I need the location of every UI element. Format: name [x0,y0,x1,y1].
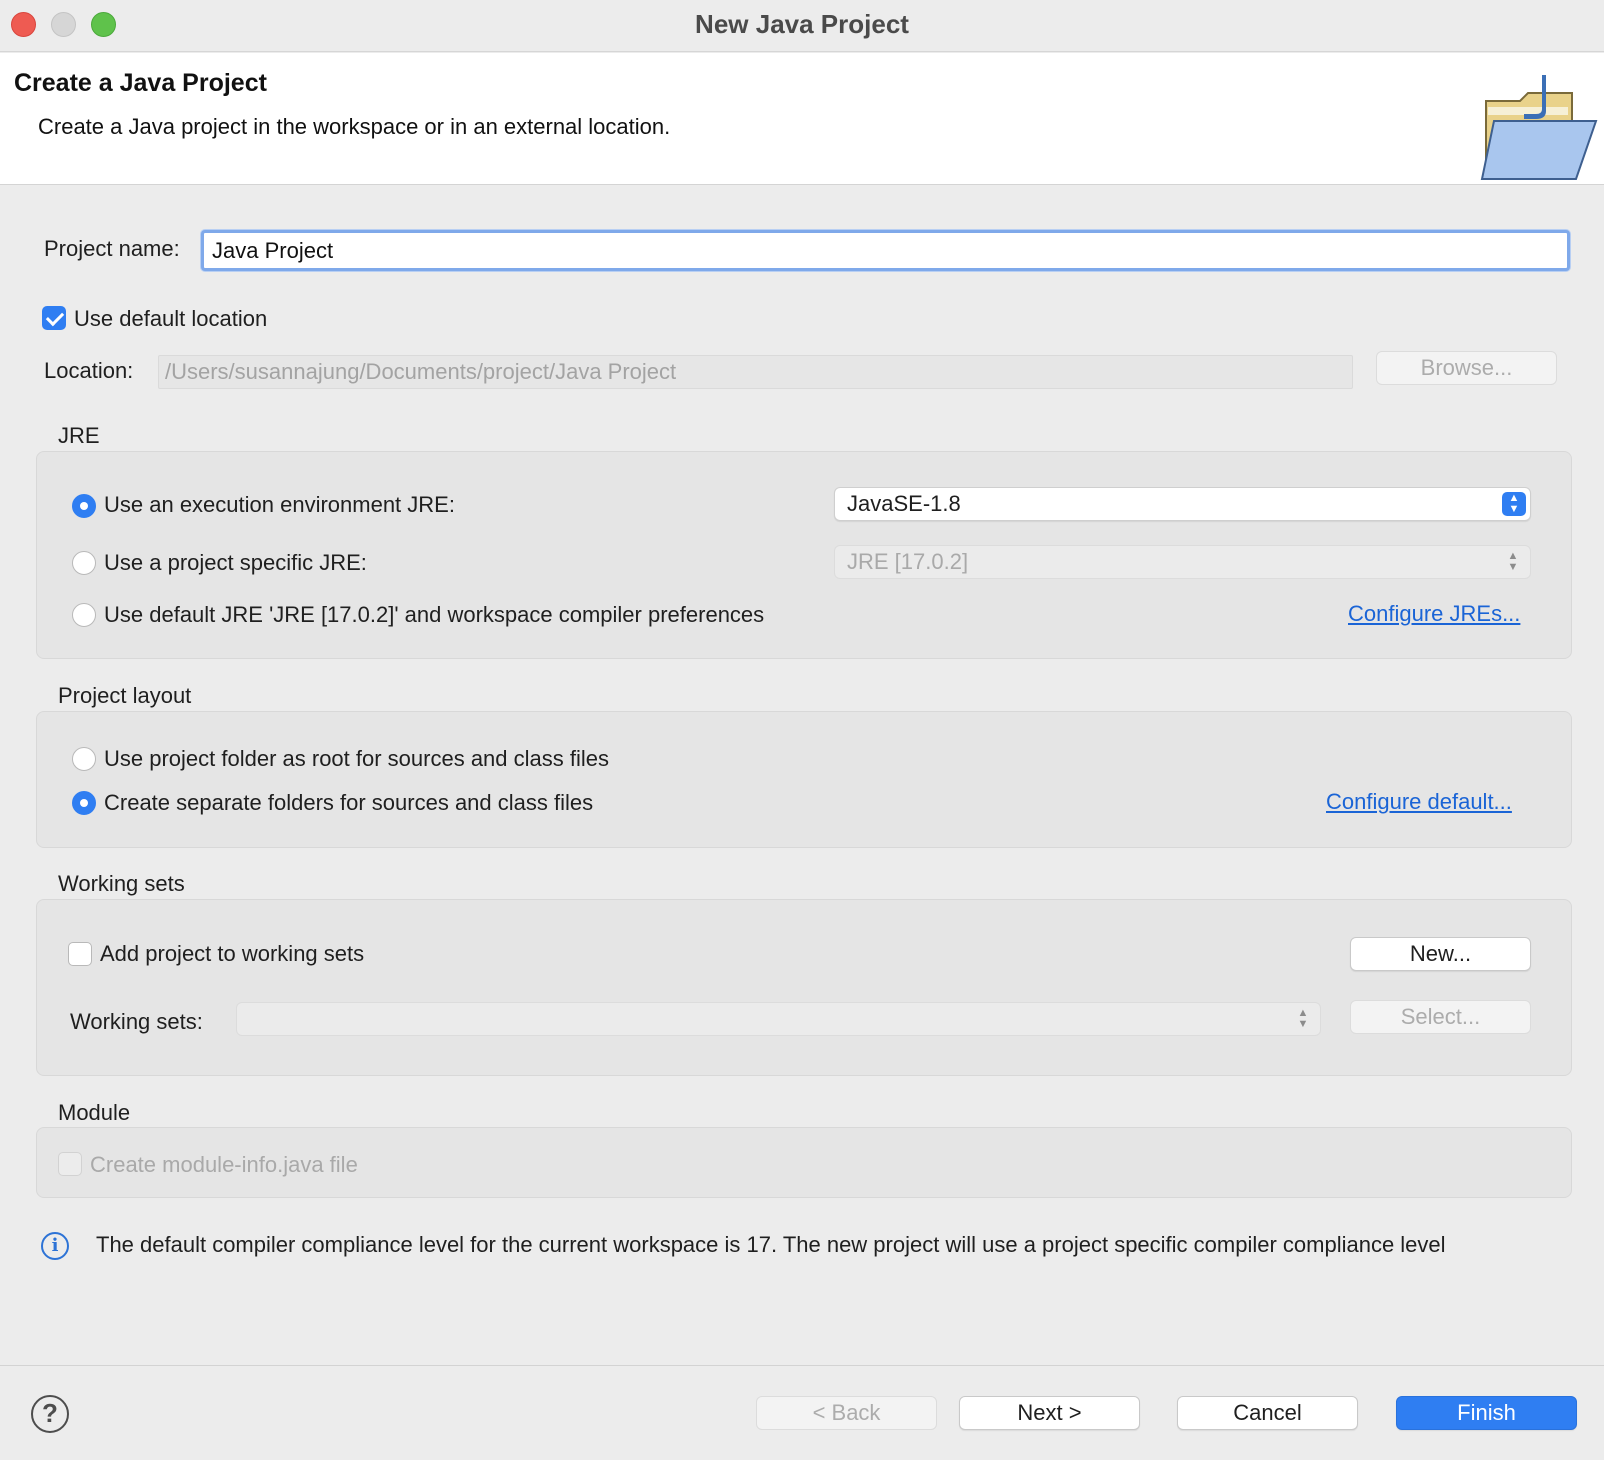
jre-default-radio[interactable] [72,603,96,627]
window-title: New Java Project [695,9,909,39]
java-project-folder-icon [1480,75,1598,180]
cancel-button[interactable]: Cancel [1177,1396,1358,1430]
configure-jres-link[interactable]: Configure JREs... [1348,601,1520,627]
select-arrows-icon: ▲ ▼ [1507,550,1519,573]
create-module-info-label: Create module-info.java file [90,1152,358,1177]
next-button[interactable]: Next > [959,1396,1140,1430]
project-layout-group-label: Project layout [58,683,192,708]
jre-execution-env-label: Use an execution environment JRE: [104,492,455,517]
new-working-set-button[interactable]: New... [1350,937,1531,971]
location-input[interactable]: /Users/susannajung/Documents/project/Jav… [158,355,1353,389]
use-default-location-checkbox[interactable] [42,306,66,330]
jre-project-specific-radio[interactable] [72,551,96,575]
working-sets-label: Working sets: [70,1009,203,1034]
create-module-info-checkbox[interactable] [58,1152,82,1176]
layout-root-folder-radio[interactable] [72,747,96,771]
layout-separate-folders-label: Create separate folders for sources and … [104,790,594,815]
location-label: Location: [44,358,134,383]
finish-button[interactable]: Finish [1396,1396,1577,1430]
jre-group-label: JRE [58,423,100,448]
jre-project-specific-label: Use a project specific JRE: [104,550,367,575]
project-specific-jre-value: JRE [17.0.2] [847,549,969,574]
working-sets-group [36,899,1572,1076]
compliance-info-message: The default compiler compliance level fo… [96,1232,1446,1257]
wizard-header: Create a Java Project Create a Java proj… [0,53,1604,185]
jre-default-label: Use default JRE 'JRE [17.0.2]' and works… [104,602,765,627]
browse-button[interactable]: Browse... [1376,351,1557,385]
project-specific-jre-select[interactable]: JRE [17.0.2] ▲ ▼ [834,545,1531,579]
page-title: Create a Java Project [14,69,267,97]
info-icon: i [41,1232,69,1260]
add-to-working-sets-checkbox[interactable] [68,942,92,966]
working-sets-select[interactable]: ▲ ▼ [236,1002,1321,1036]
project-layout-group [36,711,1572,848]
page-description: Create a Java project in the workspace o… [38,114,671,139]
project-name-label: Project name: [44,236,180,261]
execution-env-value: JavaSE-1.8 [847,491,961,516]
use-default-location-label: Use default location [74,306,268,331]
project-name-input[interactable] [201,230,1570,271]
layout-root-folder-label: Use project folder as root for sources a… [104,746,610,771]
execution-env-select[interactable]: JavaSE-1.8 ▲ ▼ [834,487,1531,521]
back-button[interactable]: < Back [756,1396,937,1430]
select-arrows-icon: ▲ ▼ [1297,1007,1309,1030]
add-to-working-sets-label: Add project to working sets [100,941,365,966]
title-bar: New Java Project [0,0,1604,52]
working-sets-group-label: Working sets [58,871,185,896]
jre-execution-env-radio[interactable] [72,494,96,518]
footer-divider [0,1365,1604,1366]
layout-separate-folders-radio[interactable] [72,791,96,815]
select-arrows-icon: ▲ ▼ [1502,492,1526,516]
configure-default-link[interactable]: Configure default... [1326,789,1512,815]
help-icon[interactable]: ? [31,1395,69,1433]
module-group-label: Module [58,1100,131,1125]
select-working-sets-button[interactable]: Select... [1350,1000,1531,1034]
